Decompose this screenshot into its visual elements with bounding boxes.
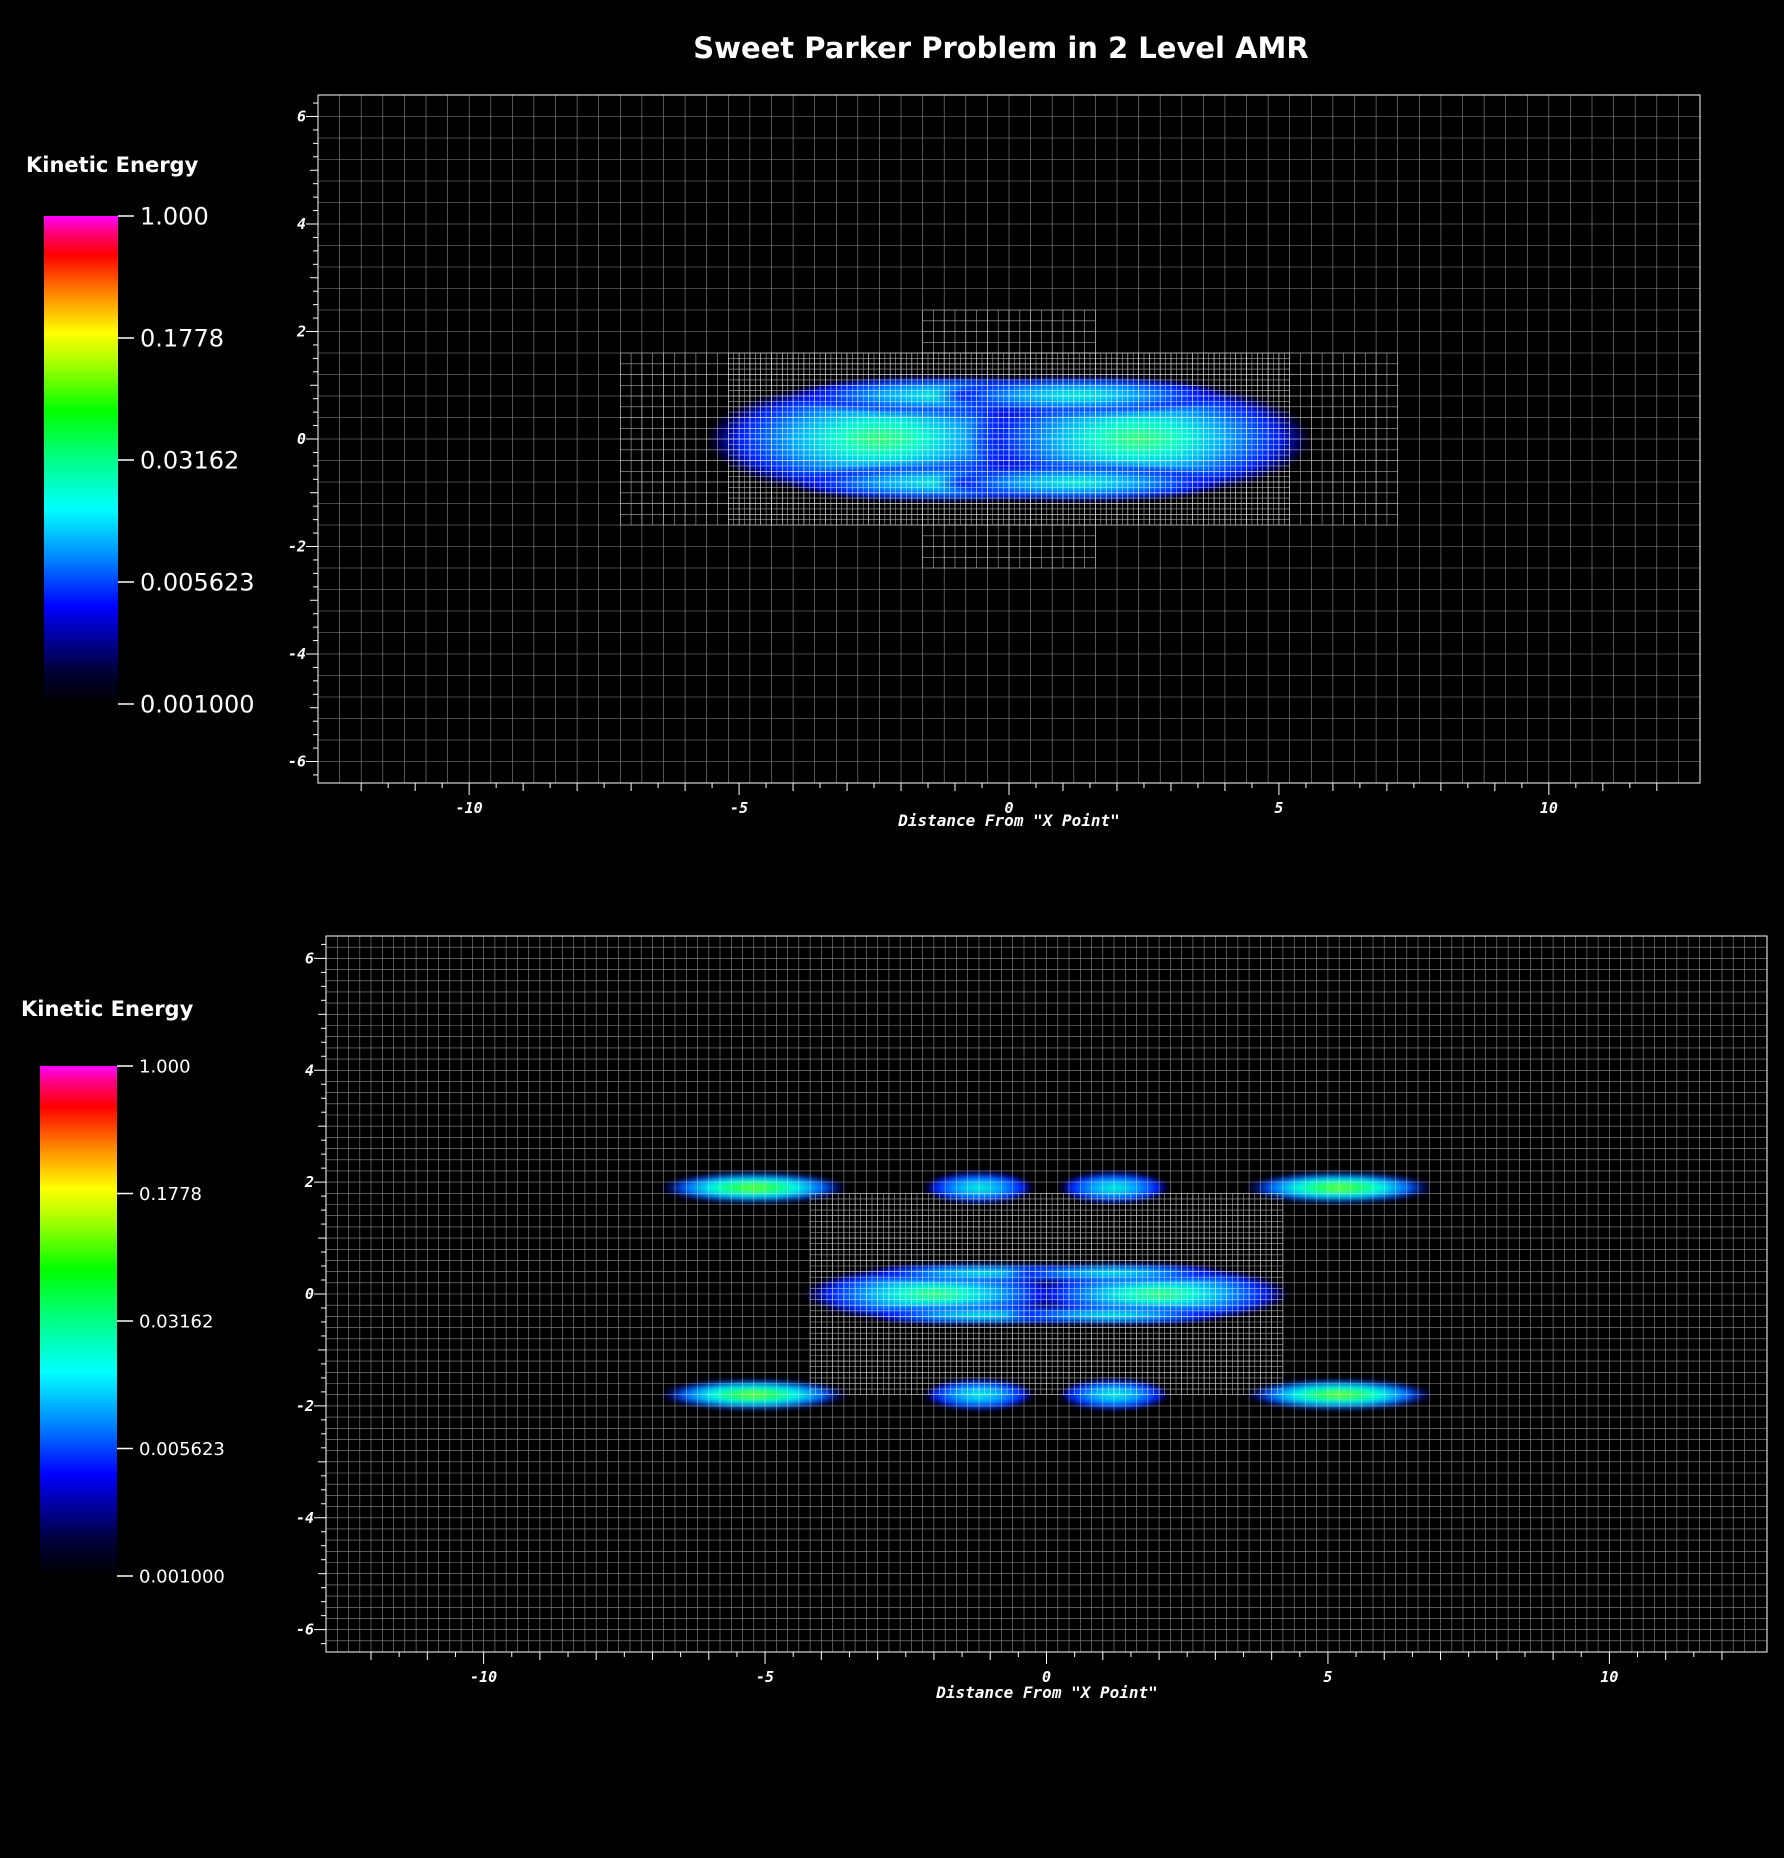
x-tick-label: -10: [456, 799, 483, 817]
y-tick-label: 6: [305, 949, 314, 967]
colorbar-label: 0.001000: [139, 1566, 225, 1587]
colorbar-label: 0.005623: [140, 568, 255, 596]
x-tick-label: 10: [1540, 799, 1558, 817]
y-tick-label: -6: [296, 1621, 314, 1639]
figure-title: Sweet Parker Problem in 2 Level AMR: [693, 31, 1308, 65]
colorbar-label: 0.03162: [139, 1311, 213, 1332]
colorbar-title: Kinetic Energy: [21, 997, 194, 1021]
x-axis-title: Distance From "X Point": [897, 811, 1120, 830]
y-tick-label: -6: [288, 753, 306, 771]
amr-level-1-grid: [809, 1193, 1284, 1395]
bottom-panel: Kinetic Energy 1.000 0.1778 0.03162 0.00562…: [21, 935, 1768, 1702]
colorbar: [44, 216, 118, 704]
x-tick-label: -5: [756, 1668, 774, 1686]
colorbar-title: Kinetic Energy: [26, 153, 199, 177]
y-tick-label: 2: [296, 323, 306, 341]
y-tick-label: -4: [296, 1509, 314, 1527]
heatmap-feature-wing: [932, 376, 1225, 415]
colorbar-label: 0.001000: [140, 690, 255, 718]
amr-level-1-grid: [922, 309, 1096, 354]
colorbar-label: 0.005623: [139, 1439, 225, 1460]
colorbar-label: 1.000: [139, 1056, 191, 1077]
x-tick-label: 5: [1323, 1668, 1332, 1686]
y-tick-label: 0: [305, 1285, 314, 1303]
colorbar-label: 0.03162: [140, 446, 239, 474]
heatmap-feature-wing: [1003, 1306, 1225, 1324]
x-tick-label: -5: [730, 799, 748, 817]
y-tick-label: 4: [305, 1061, 314, 1079]
colorbar-labels: 1.000 0.1778 0.03162 0.005623 0.001000: [118, 202, 255, 718]
y-tick-label: -2: [288, 538, 306, 556]
y-tick-label: -2: [296, 1397, 314, 1415]
heatmap-feature-wing: [932, 463, 1225, 502]
x-tick-label: -10: [470, 1668, 497, 1686]
amr-grid: [325, 935, 1768, 1653]
colorbar: [40, 1066, 117, 1576]
figure-canvas: Sweet Parker Problem in 2 Level AMR Kine…: [21, 31, 1768, 1702]
y-tick-label: 6: [297, 108, 306, 126]
y-tick-label: 0: [297, 430, 306, 448]
colorbar-labels: 1.000 0.1778 0.03162 0.005623 0.001000: [117, 1056, 225, 1587]
x-tick-label: 5: [1274, 799, 1283, 817]
x-tick-label: 10: [1600, 1668, 1618, 1686]
amr-level-2-grid: [728, 352, 1290, 526]
amr-level-1-grid: [922, 524, 1096, 569]
y-tick-label: 2: [304, 1173, 314, 1191]
colorbar-label: 0.1778: [139, 1184, 202, 1205]
y-tick-label: -4: [288, 645, 306, 663]
heatmap-feature-wing: [1003, 1264, 1225, 1282]
y-tick-label: 4: [297, 215, 306, 233]
colorbar-label: 1.000: [140, 202, 209, 230]
amr-grid: [317, 94, 1701, 784]
colorbar-label: 0.1778: [140, 324, 224, 352]
x-axis-title: Distance From "X Point": [935, 1683, 1158, 1702]
top-panel: Kinetic Energy 1.000 0.1778 0.03162 0.00562…: [26, 94, 1701, 830]
